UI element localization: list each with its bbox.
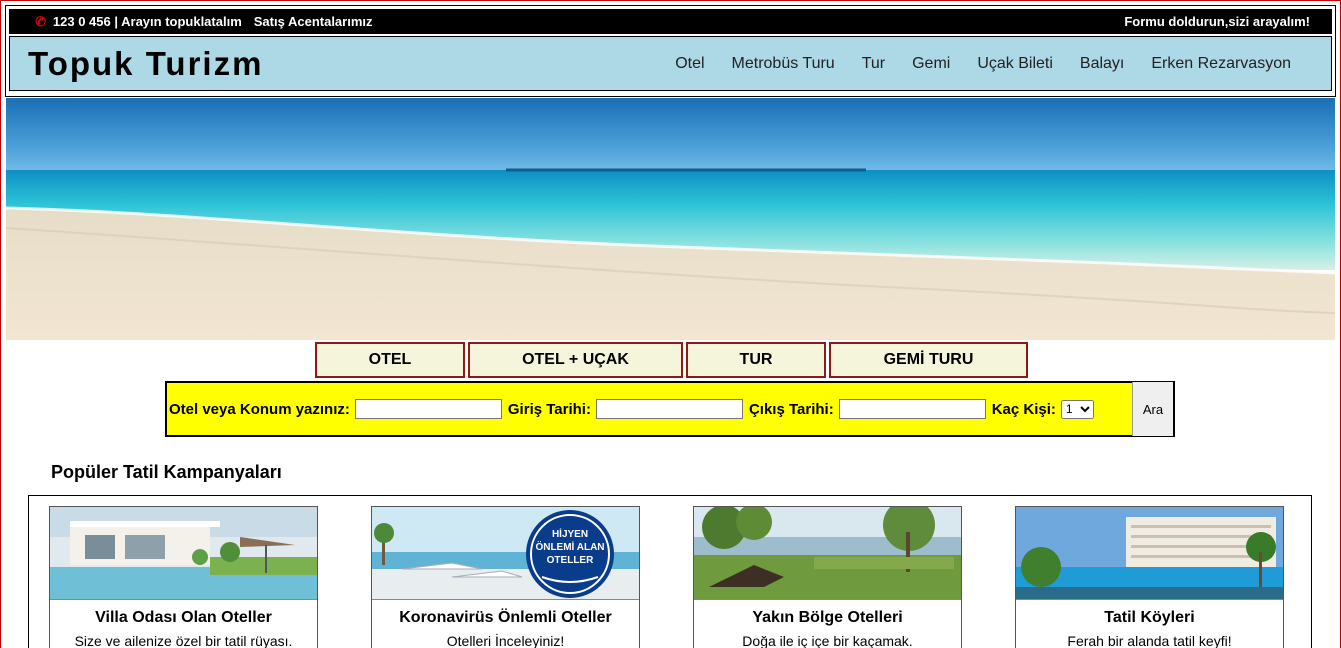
nav-balayi[interactable]: Balayı — [1080, 55, 1124, 73]
nav-tur[interactable]: Tur — [862, 55, 885, 73]
card-title: Villa Odası Olan Oteller — [95, 609, 272, 626]
contact-phone[interactable]: 123 0 456 | Arayın topuklatalım — [53, 14, 242, 29]
card-description: Doğa ile iç içe bir kaçamak. — [742, 633, 913, 648]
section-title: Popüler Tatil Kampanyaları — [51, 462, 282, 482]
tab-otel[interactable]: OTEL — [315, 342, 465, 378]
guests-label: Kaç Kişi: — [991, 400, 1056, 418]
navbar: Topuk Turizm Otel Metrobüs Turu Tur Gemi… — [9, 36, 1332, 91]
campaign-card-nearby[interactable]: Yakın Bölge Otelleri Doğa ile iç içe bir… — [693, 506, 962, 648]
guests-select[interactable]: 1 — [1060, 399, 1094, 419]
nav-ucak-bileti[interactable]: Uçak Bileti — [977, 55, 1053, 73]
checkin-input[interactable] — [595, 399, 743, 419]
card-title: Tatil Köyleri — [1104, 609, 1195, 626]
tab-otel-ucak[interactable]: OTEL + UÇAK — [468, 342, 683, 378]
nav-erken-rezervasyon[interactable]: Erken Rezarvasyon — [1151, 55, 1291, 73]
villa-hotel-image — [50, 507, 317, 600]
campaign-card-corona[interactable]: HİJYEN ÖNLEMİ ALAN OTELLER Koronavirüs Ö… — [371, 506, 640, 648]
site-header: ✆ 123 0 456 | Arayın topuklatalım Satış … — [5, 5, 1336, 97]
checkout-input[interactable] — [838, 399, 986, 419]
badge-line-1: HİJYEN — [552, 527, 588, 540]
checkout-label: Çıkış Tarihi: — [748, 400, 834, 418]
badge-line-2: ÖNLEMİ ALAN — [535, 540, 604, 553]
card-title: Koronavirüs Önlemli Oteller — [399, 609, 612, 626]
card-description: Otelleri İnceleyiniz! — [446, 633, 565, 648]
holiday-village-image — [1016, 507, 1283, 600]
callback-link[interactable]: Formu doldurun,sizi arayalım! — [1124, 14, 1310, 29]
nav-metrobus-turu[interactable]: Metrobüs Turu — [732, 55, 835, 73]
card-title: Yakın Bölge Otelleri — [752, 609, 903, 626]
nature-hotel-image — [694, 507, 961, 600]
location-input[interactable] — [354, 399, 502, 419]
search-form: Otel veya Konum yazınız: Giriş Tarihi: Ç… — [165, 381, 1175, 437]
search-button[interactable]: Ara — [1132, 382, 1173, 436]
nav-gemi[interactable]: Gemi — [912, 55, 950, 73]
tab-gemi-turu[interactable]: GEMİ TURU — [829, 342, 1028, 378]
hygiene-hotel-image: HİJYEN ÖNLEMİ ALAN OTELLER — [372, 507, 639, 600]
phone-icon: ✆ — [33, 12, 48, 30]
top-bar: ✆ 123 0 456 | Arayın topuklatalım Satış … — [9, 9, 1332, 34]
checkin-label: Giriş Tarihi: — [507, 400, 591, 418]
campaign-card-holiday-village[interactable]: Tatil Köyleri Ferah bir alanda tatil key… — [1015, 506, 1284, 648]
sales-agents-link[interactable]: Satış Acentalarımız — [254, 14, 373, 29]
tab-tur[interactable]: TUR — [686, 342, 826, 378]
hero-beach-image — [6, 98, 1335, 340]
search-tabs: OTEL OTEL + UÇAK TUR GEMİ TURU — [315, 342, 1031, 378]
main-nav: Otel Metrobüs Turu Tur Gemi Uçak Bileti … — [648, 55, 1291, 73]
card-description: Ferah bir alanda tatil keyfi! — [1067, 633, 1232, 648]
brand-logo[interactable]: Topuk Turizm — [28, 45, 263, 83]
campaign-card-villa[interactable]: Villa Odası Olan Oteller Size ve aileniz… — [49, 506, 318, 648]
campaigns-container: Villa Odası Olan Oteller Size ve aileniz… — [28, 495, 1312, 648]
card-description: Size ve ailenize özel bir tatil rüyası. — [74, 633, 293, 648]
badge-line-3: OTELLER — [547, 555, 594, 566]
nav-otel[interactable]: Otel — [675, 55, 704, 73]
location-label: Otel veya Konum yazınız: — [169, 400, 350, 418]
